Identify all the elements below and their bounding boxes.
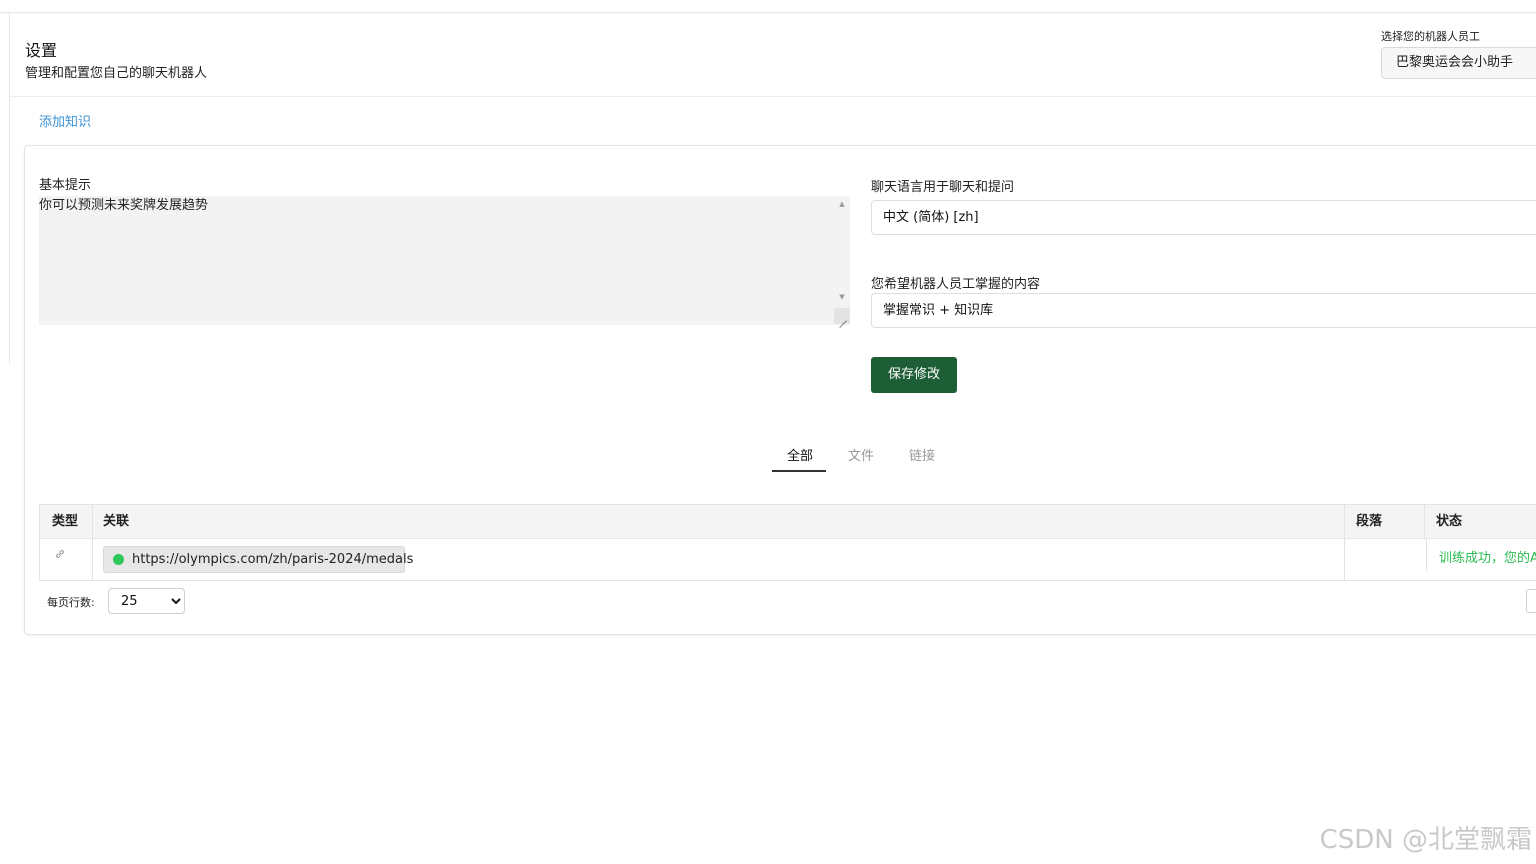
pagination-button[interactable] <box>1526 589 1536 613</box>
table-row-link[interactable]: https://olympics.com/zh/paris-2024/medal… <box>103 546 413 573</box>
link-icon <box>56 550 64 558</box>
link-url: https://olympics.com/zh/paris-2024/medal… <box>132 552 414 567</box>
row-status: 训练成功，您的A <box>1439 551 1536 566</box>
header-status[interactable]: 状态 <box>1436 505 1462 539</box>
knowledge-scope-select[interactable]: 掌握常识 + 知识库 <box>871 293 1536 328</box>
tab-links[interactable]: 链接 <box>909 445 935 464</box>
save-button[interactable]: 保存修改 <box>871 357 957 393</box>
bot-selector-label: 选择您的机器人员工 <box>1381 30 1480 43</box>
column-divider <box>1344 505 1345 580</box>
add-knowledge-link[interactable]: 添加知识 <box>39 111 91 130</box>
watermark: CSDN @北堂飘霜 <box>1319 825 1532 855</box>
language-label: 聊天语言用于聊天和提问 <box>871 180 1015 195</box>
page-subtitle: 管理和配置您自己的聊天机器人 <box>25 66 208 81</box>
header-type[interactable]: 类型 <box>52 505 78 539</box>
scroll-up-arrow-icon[interactable]: ▲ <box>837 199 847 209</box>
top-divider <box>0 12 1536 13</box>
column-divider <box>1424 505 1425 539</box>
page-title: 设置 <box>25 41 58 60</box>
prompt-textarea[interactable]: 你可以预测未来奖牌发展趋势 <box>39 196 850 325</box>
resize-handle-icon[interactable] <box>834 308 850 324</box>
language-select[interactable]: 中文 (简体) [zh] <box>871 200 1536 235</box>
knowledge-scope-label: 您希望机器人员工掌握的内容 <box>871 277 1041 292</box>
table-header: 类型 关联 段落 状态 <box>40 505 1536 539</box>
rows-per-page-label: 每页行数: <box>47 596 95 609</box>
tab-files[interactable]: 文件 <box>848 445 874 464</box>
rows-per-page-select[interactable]: 25 <box>108 588 185 614</box>
status-dot-icon <box>113 554 124 565</box>
header-divider <box>10 96 1536 97</box>
tab-all[interactable]: 全部 <box>787 445 813 464</box>
left-divider <box>9 12 10 364</box>
settings-page: 设置 管理和配置您自己的聊天机器人 选择您的机器人员工 巴黎奥运会会小助手 添加… <box>0 0 1536 864</box>
column-divider <box>92 505 93 580</box>
bot-selector[interactable]: 巴黎奥运会会小助手 <box>1381 47 1536 79</box>
active-tab-indicator <box>772 470 826 472</box>
column-divider <box>1426 539 1427 571</box>
header-paragraphs[interactable]: 段落 <box>1356 505 1382 539</box>
header-link[interactable]: 关联 <box>103 505 129 539</box>
prompt-label: 基本提示 <box>39 178 92 193</box>
scroll-down-arrow-icon[interactable]: ▼ <box>837 292 847 302</box>
